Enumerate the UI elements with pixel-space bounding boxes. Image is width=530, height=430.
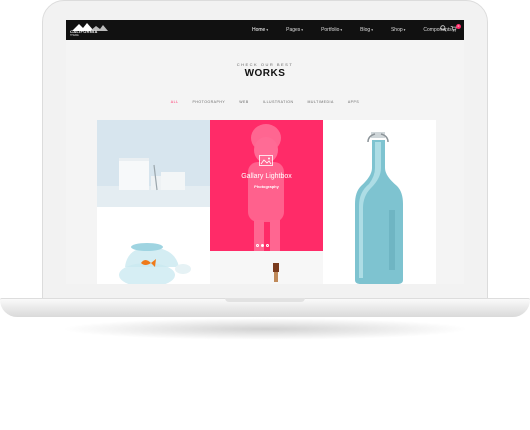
cart-icon[interactable]: 0 [450,24,461,34]
laptop-notch [225,298,305,302]
nav-item-shop[interactable]: Shop▾ [391,26,405,36]
chevron-down-icon: ▾ [301,28,304,32]
fishbowl-image [97,207,210,284]
item-title: Gallary Lightbox [241,173,292,180]
chevron-down-icon: ▾ [266,28,269,32]
slider-dot[interactable] [256,244,259,247]
search-icon[interactable] [440,25,448,33]
portfolio-item-shelf[interactable] [97,120,210,207]
chevron-down-icon: ▾ [371,28,373,32]
filter-all[interactable]: ALL [171,99,179,107]
glass-bottle-image [323,120,436,284]
logo-subtext: THEME [70,34,79,37]
section-title: WORKS [244,68,286,79]
browser-screen: CALIFORNIA THEME Home▾ Pages▾ Portfolio▾… [66,20,464,284]
filter-web[interactable]: WEB [239,99,248,107]
portfolio-item-bottle[interactable] [323,120,436,284]
main-nav: Home▾ Pages▾ Portfolio▾ Blog▾ Shop▾ Comp… [252,26,464,36]
nav-item-home[interactable]: Home▾ [252,26,268,36]
portfolio-item-fishbowl[interactable] [97,207,210,284]
nav-item-blog[interactable]: Blog▾ [360,26,373,36]
chevron-down-icon: ▾ [403,28,406,32]
gallery-image-icon [259,155,273,166]
filter-photography[interactable]: PHOTOGRAPHY [193,99,226,107]
slider-dot[interactable] [266,244,269,247]
item-category: Photography [254,184,279,189]
chevron-down-icon: ▾ [340,28,343,32]
top-navbar: CALIFORNIA THEME Home▾ Pages▾ Portfolio▾… [66,20,464,40]
nav-item-pages[interactable]: Pages▾ [286,26,303,36]
wood-object-image [210,251,323,284]
nav-item-portfolio[interactable]: Portfolio▾ [321,26,342,36]
cart-count-badge: 0 [456,24,461,29]
laptop-shadow [60,318,470,340]
portfolio-item-gallery-lightbox[interactable]: Gallary Lightbox Photography [210,120,323,251]
filter-illustration[interactable]: ILLUSTRATION [263,99,294,107]
filter-apps[interactable]: APPS [348,99,359,107]
portfolio-item-wood[interactable] [210,251,323,284]
shelf-boxes-image [97,120,210,207]
portfolio-filters: ALL PHOTOGRAPHY WEB ILLUSTRATION MULTIME… [66,99,464,107]
slider-dots [256,244,269,247]
slider-dot-active[interactable] [261,244,264,247]
section-eyebrow: CHECK OUR BEST [236,62,294,67]
filter-multimedia[interactable]: MULTIMEDIA [308,99,334,107]
